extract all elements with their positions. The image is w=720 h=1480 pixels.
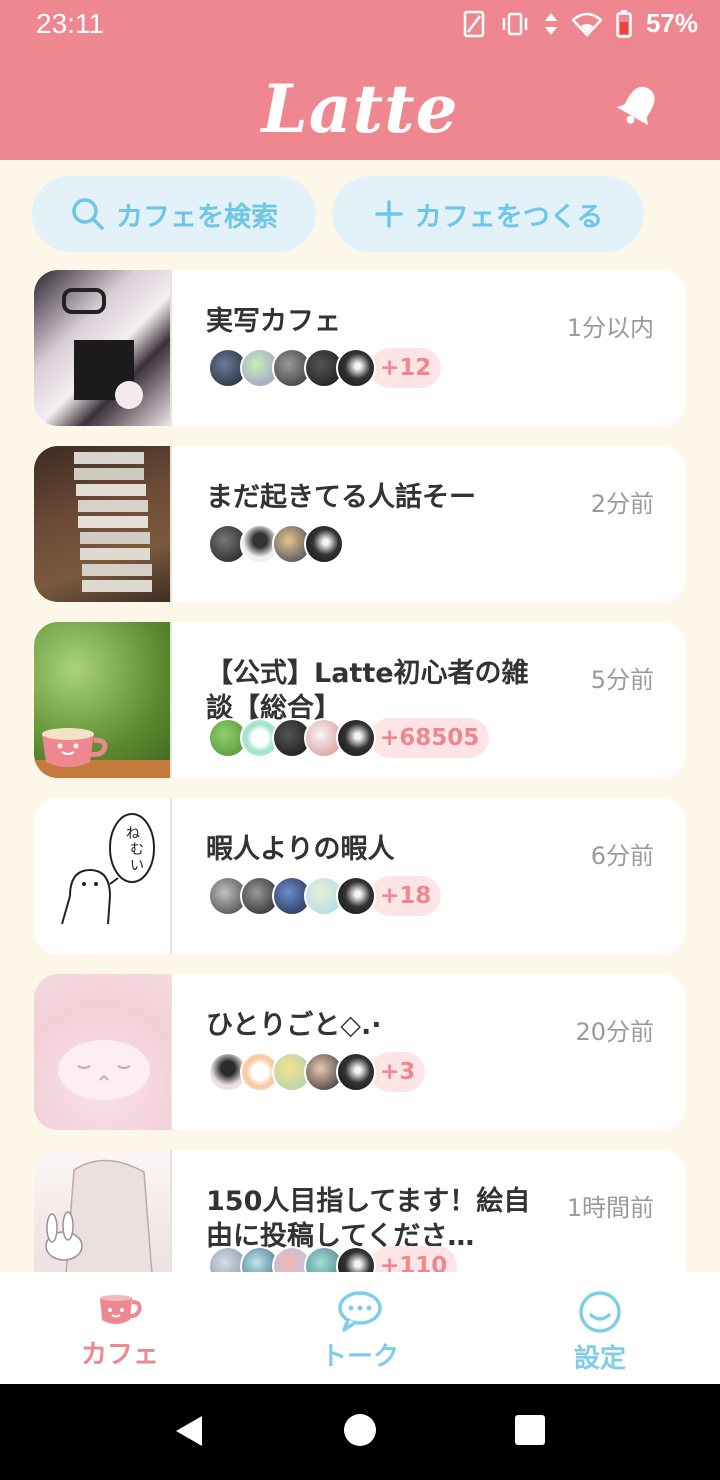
cafe-last-active: 1時間前 [566, 1194, 654, 1222]
cafe-card[interactable]: ひとりごと◇.· 20分前 +3 [34, 974, 686, 1130]
cafe-name: 【公式】Latte初心者の雑談【総合】 [206, 658, 529, 724]
avatar [304, 524, 344, 564]
smiley-icon [579, 1291, 621, 1333]
create-cafe-label: カフェをつくる [414, 201, 604, 233]
back-icon[interactable] [174, 1414, 204, 1448]
search-icon [72, 198, 104, 230]
svg-text:い: い [130, 858, 144, 874]
cafe-card[interactable]: 【公式】Latte初心者の雑談【総合】 5分前 +68505 [34, 622, 686, 778]
avatar [336, 1246, 376, 1272]
status-time: 23:11 [36, 8, 104, 39]
nav-tab-settings[interactable]: 設定 [520, 1290, 680, 1375]
cafe-card[interactable]: まだ起きてる人話そー 2分前 [34, 446, 686, 602]
avatar [336, 348, 376, 388]
cafe-last-active: 6分前 [590, 842, 654, 870]
more-members-badge: +110 [370, 1246, 458, 1272]
cafe-card[interactable]: 150人目指してます！絵自由に投稿してくださ… 1時間前 +110 [34, 1150, 686, 1272]
member-avatars: +12 [208, 348, 442, 388]
cafe-thumbnail [34, 1150, 172, 1272]
create-cafe-button[interactable]: カフェをつくる [332, 176, 644, 252]
system-nav-bar [0, 1384, 720, 1480]
app-title: Latte [261, 70, 459, 148]
vibrate-icon [502, 12, 528, 35]
data-arrows-icon [544, 12, 557, 35]
cafe-thumbnail [34, 270, 172, 426]
more-members-badge: +3 [370, 1052, 426, 1092]
more-members-badge: +68505 [370, 718, 490, 758]
cafe-last-active: 1分以内 [566, 314, 654, 342]
home-icon[interactable] [344, 1414, 376, 1446]
avatar [336, 1052, 376, 1092]
search-cafe-button[interactable]: カフェを検索 [32, 176, 316, 252]
bell-icon[interactable] [614, 80, 664, 130]
app-header: 23:11 57% Latte [0, 0, 720, 160]
cafe-thumbnail [34, 622, 172, 778]
search-cafe-label: カフェを検索 [116, 201, 278, 233]
battery-icon [616, 9, 632, 38]
cafe-name: まだ起きてる人話そー [206, 482, 476, 513]
cafe-card[interactable]: 実写カフェ 1分以内 +12 [34, 270, 686, 426]
no-sim-icon [463, 10, 485, 37]
nav-label-settings: 設定 [573, 1344, 626, 1374]
cafe-last-active: 5分前 [590, 666, 654, 694]
avatar [336, 718, 376, 758]
recents-icon[interactable] [515, 1415, 545, 1445]
cafe-name: 実写カフェ [206, 306, 341, 337]
nav-label-cafe: カフェ [80, 1340, 159, 1370]
more-members-badge: +12 [370, 348, 442, 388]
member-avatars: +110 [208, 1246, 458, 1272]
cafe-name: 暇人よりの暇人 [206, 834, 395, 865]
wifi-icon [571, 12, 602, 37]
status-bar: 23:11 57% [0, 0, 720, 52]
cafe-name: ひとりごと◇.· [206, 1010, 382, 1041]
cafe-thumbnail [34, 974, 172, 1130]
cafe-name: 150人目指してます！絵自由に投稿してくださ… [206, 1186, 531, 1252]
bottom-nav: カフェ トーク 設定 [0, 1272, 720, 1384]
more-members-badge: +18 [370, 876, 442, 916]
cafe-card[interactable]: ね む い 暇人よりの暇人 6分前 +18 [34, 798, 686, 954]
status-icons: 57% [462, 8, 698, 39]
cafe-last-active: 20分前 [575, 1018, 654, 1046]
cafe-thumbnail [34, 446, 172, 602]
coffee-cup-icon [100, 1295, 142, 1324]
svg-text:ね: ね [126, 826, 140, 842]
cafe-last-active: 2分前 [590, 490, 654, 518]
nav-label-talk: トーク [320, 1342, 399, 1372]
avatar [336, 876, 376, 916]
nav-tab-cafe[interactable]: カフェ [40, 1290, 200, 1371]
member-avatars: +18 [208, 876, 442, 916]
svg-text:む: む [130, 842, 144, 858]
battery-percent: 57% [645, 8, 698, 38]
member-avatars: +3 [208, 1052, 426, 1092]
plus-icon [375, 200, 403, 228]
member-avatars: +68505 [208, 718, 490, 758]
cafe-list[interactable]: 実写カフェ 1分以内 +12 まだ起きてる人話そー 2分前 【公式】Latte初… [0, 270, 720, 1272]
cafe-thumbnail: ね む い [34, 798, 172, 954]
nav-tab-talk[interactable]: トーク [280, 1290, 440, 1373]
member-avatars [208, 524, 344, 564]
chat-bubble-icon [338, 1291, 382, 1332]
